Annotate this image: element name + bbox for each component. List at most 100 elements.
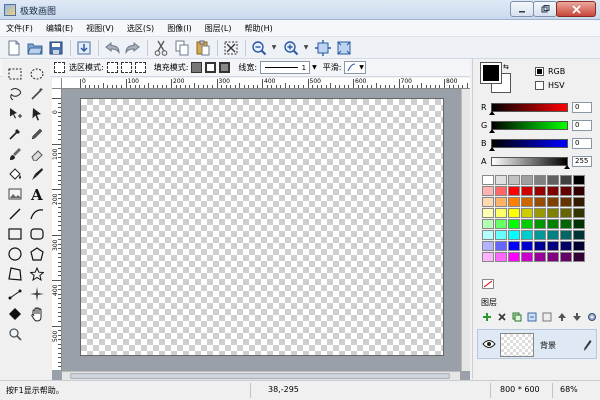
move-layer-down-button[interactable] bbox=[571, 311, 583, 323]
palette-swatch[interactable] bbox=[482, 208, 494, 218]
palette-swatch[interactable] bbox=[534, 175, 546, 185]
palette-swatch[interactable] bbox=[521, 186, 533, 196]
slider-marker[interactable] bbox=[489, 128, 495, 133]
palette-swatch[interactable] bbox=[560, 241, 572, 251]
alpha-channel-slider[interactable] bbox=[491, 156, 570, 169]
paste-button[interactable] bbox=[193, 38, 213, 58]
menu-file[interactable]: 文件(F) bbox=[6, 23, 33, 34]
zoom-in-button[interactable] bbox=[281, 38, 301, 58]
pencil-tool[interactable] bbox=[26, 124, 48, 144]
delete-layer-button[interactable] bbox=[496, 311, 508, 323]
palette-swatch[interactable] bbox=[521, 208, 533, 218]
eraser-tool[interactable] bbox=[26, 144, 48, 164]
line-tool[interactable] bbox=[4, 204, 26, 224]
smooth-select[interactable]: ▼ bbox=[344, 61, 367, 74]
foreground-color-swatch[interactable] bbox=[480, 62, 502, 84]
brush-tool[interactable] bbox=[4, 144, 26, 164]
menu-view[interactable]: 视图(V) bbox=[86, 23, 114, 34]
palette-swatch[interactable] bbox=[560, 186, 572, 196]
palette-swatch[interactable] bbox=[573, 197, 585, 207]
rgb-mode-radio[interactable]: RGB bbox=[535, 67, 565, 76]
pan-tool[interactable] bbox=[26, 304, 48, 324]
open-button[interactable] bbox=[25, 38, 45, 58]
color-picker-tool[interactable] bbox=[4, 124, 26, 144]
horizontal-scrollbar[interactable] bbox=[62, 371, 460, 380]
layer-item[interactable]: 背景 bbox=[477, 329, 597, 359]
blue-channel-slider[interactable] bbox=[489, 138, 568, 151]
palette-swatch[interactable] bbox=[547, 186, 559, 196]
slider-marker[interactable] bbox=[489, 146, 495, 151]
drawing-canvas[interactable] bbox=[80, 98, 444, 356]
text-tool[interactable]: A bbox=[26, 184, 48, 204]
rect-select-tool[interactable] bbox=[4, 64, 26, 84]
import-button[interactable] bbox=[74, 38, 94, 58]
horizontal-scroll-thumb[interactable] bbox=[70, 373, 450, 379]
sparkle-tool[interactable] bbox=[26, 284, 48, 304]
green-channel-slider[interactable] bbox=[489, 120, 568, 133]
menu-layer[interactable]: 图层(L) bbox=[205, 23, 232, 34]
slider-marker[interactable] bbox=[489, 110, 495, 115]
palette-swatch[interactable] bbox=[573, 252, 585, 262]
palette-swatch[interactable] bbox=[534, 230, 546, 240]
palette-swatch[interactable] bbox=[521, 230, 533, 240]
add-layer-button[interactable] bbox=[481, 311, 493, 323]
fill-tool[interactable] bbox=[4, 164, 26, 184]
palette-swatch[interactable] bbox=[560, 230, 572, 240]
red-channel-value[interactable]: 0 bbox=[572, 101, 592, 113]
line-width-dropdown-icon[interactable]: ▼ bbox=[312, 64, 317, 71]
transparent-swatch[interactable] bbox=[482, 279, 494, 289]
palette-swatch[interactable] bbox=[547, 175, 559, 185]
rounded-rect-tool[interactable] bbox=[26, 224, 48, 244]
layer-edit-button[interactable] bbox=[582, 338, 592, 354]
fill-mode-outline[interactable] bbox=[205, 62, 217, 73]
line-width-select[interactable]: 1 bbox=[260, 61, 311, 74]
stamp-tool[interactable] bbox=[26, 164, 48, 184]
connector-tool[interactable] bbox=[4, 284, 26, 304]
fill-mode-outline-fill[interactable] bbox=[219, 62, 231, 73]
palette-swatch[interactable] bbox=[547, 219, 559, 229]
move-tool[interactable] bbox=[26, 104, 48, 124]
palette-swatch[interactable] bbox=[495, 230, 507, 240]
palette-swatch[interactable] bbox=[508, 241, 520, 251]
close-button[interactable] bbox=[556, 1, 596, 17]
palette-swatch[interactable] bbox=[573, 230, 585, 240]
move-layer-up-button[interactable] bbox=[556, 311, 568, 323]
red-channel-slider[interactable] bbox=[489, 102, 568, 115]
move-selection-tool[interactable] bbox=[4, 104, 26, 124]
zoom-out-button[interactable] bbox=[249, 38, 269, 58]
menu-help[interactable]: 帮助(H) bbox=[245, 23, 273, 34]
new-file-button[interactable] bbox=[4, 38, 24, 58]
zoom-in-dropdown-icon[interactable]: ▼ bbox=[302, 44, 310, 51]
palette-swatch[interactable] bbox=[482, 252, 494, 262]
palette-swatch[interactable] bbox=[534, 197, 546, 207]
menu-image[interactable]: 图像(I) bbox=[167, 23, 192, 34]
palette-swatch[interactable] bbox=[521, 175, 533, 185]
green-channel-value[interactable]: 0 bbox=[572, 119, 592, 131]
palette-swatch[interactable] bbox=[521, 197, 533, 207]
swap-colors-icon[interactable]: ⇆ bbox=[503, 63, 509, 71]
palette-swatch[interactable] bbox=[534, 186, 546, 196]
palette-swatch[interactable] bbox=[482, 230, 494, 240]
palette-swatch[interactable] bbox=[560, 252, 572, 262]
layer-properties-button[interactable] bbox=[541, 311, 553, 323]
palette-swatch[interactable] bbox=[495, 175, 507, 185]
palette-swatch[interactable] bbox=[508, 219, 520, 229]
selection-mode-subtract[interactable] bbox=[134, 62, 146, 73]
palette-swatch[interactable] bbox=[521, 252, 533, 262]
palette-swatch[interactable] bbox=[508, 197, 520, 207]
menu-select[interactable]: 选区(S) bbox=[127, 23, 154, 34]
ellipse-select-tool[interactable] bbox=[26, 64, 48, 84]
palette-swatch[interactable] bbox=[482, 219, 494, 229]
palette-swatch[interactable] bbox=[573, 186, 585, 196]
palette-swatch[interactable] bbox=[534, 208, 546, 218]
ellipse-tool[interactable] bbox=[4, 244, 26, 264]
palette-swatch[interactable] bbox=[508, 252, 520, 262]
star-tool[interactable] bbox=[26, 264, 48, 284]
selection-mode-add[interactable] bbox=[120, 62, 132, 73]
palette-swatch[interactable] bbox=[573, 175, 585, 185]
magic-wand-tool[interactable] bbox=[26, 84, 48, 104]
palette-swatch[interactable] bbox=[573, 208, 585, 218]
cut-button[interactable] bbox=[151, 38, 171, 58]
restore-button[interactable] bbox=[533, 1, 557, 17]
selection-mode-replace[interactable] bbox=[106, 62, 118, 73]
